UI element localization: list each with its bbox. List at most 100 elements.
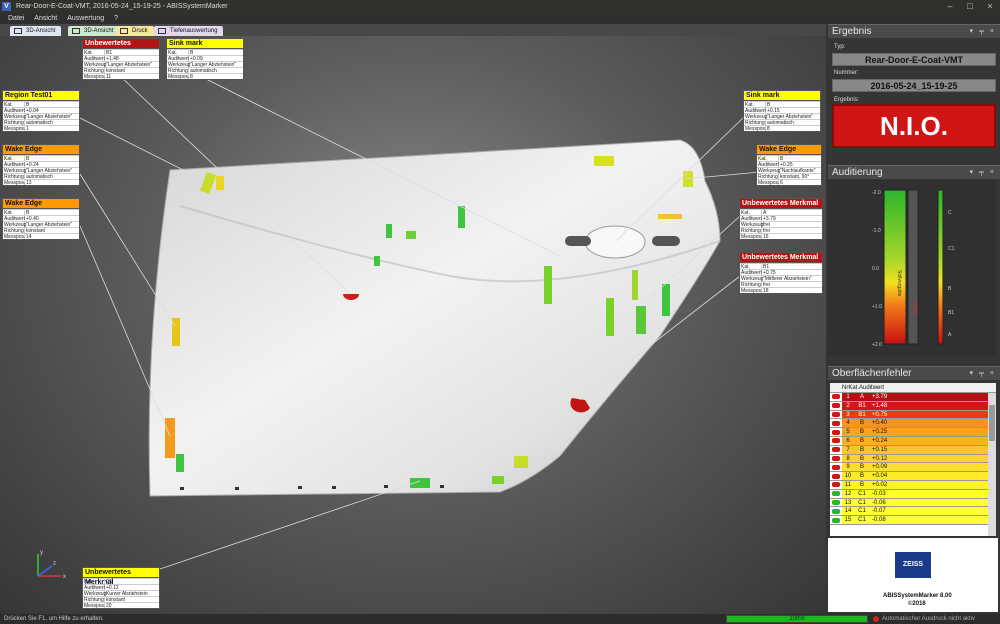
table-row[interactable]: 3 B1 +0.75 bbox=[830, 410, 996, 420]
visibility-toggle-icon[interactable] bbox=[830, 463, 842, 472]
handle-slot-left bbox=[565, 236, 591, 246]
table-row[interactable]: 7 B +0.15 bbox=[830, 445, 996, 455]
svg-text:0.0: 0.0 bbox=[872, 266, 879, 272]
table-row[interactable]: 5 B +0.25 bbox=[830, 428, 996, 437]
visibility-toggle-icon[interactable] bbox=[830, 393, 842, 401]
visibility-toggle-icon[interactable] bbox=[830, 480, 842, 489]
defect-nr: 3 bbox=[846, 411, 850, 418]
visibility-toggle-icon[interactable] bbox=[830, 516, 842, 524]
view-tab-bar: 3D-Ansicht 3D-Ansicht Druck Tiefenauswer… bbox=[0, 24, 826, 36]
table-row[interactable]: 9 B +0.09 bbox=[830, 463, 996, 473]
sollvorgabe-bar bbox=[883, 189, 907, 345]
visibility-toggle-icon[interactable] bbox=[830, 454, 842, 463]
panel-controls[interactable]: ▾ ╤ × bbox=[970, 25, 996, 39]
defect-kat: B bbox=[859, 481, 864, 488]
visibility-toggle-icon[interactable] bbox=[830, 401, 842, 410]
visibility-toggle-icon[interactable] bbox=[830, 428, 842, 436]
table-row[interactable]: 2 B1 +1.48 bbox=[830, 401, 996, 411]
annotation-card[interactable]: Sink mark Kat. B Auditwert +0.09 Werkzeug "… bbox=[166, 38, 244, 80]
table-row[interactable]: 12 C1 -0.03 bbox=[830, 489, 996, 499]
annotation-card[interactable]: Unbewertetes Merkmal Kat. A Auditwert +3.7… bbox=[739, 198, 823, 240]
defect-nr: 12 bbox=[844, 490, 852, 497]
menu-ansicht[interactable]: Ansicht bbox=[30, 13, 61, 24]
annotation-card[interactable]: Unbewertetes Merkmal Kat. B1 Auditwert +0.… bbox=[739, 252, 823, 294]
visibility-toggle-icon[interactable] bbox=[830, 436, 842, 445]
defect-nr: 2 bbox=[846, 402, 850, 409]
table-row[interactable]: 6 B +0.24 bbox=[830, 436, 996, 446]
tab-3d-view-1[interactable]: 3D-Ansicht bbox=[10, 26, 62, 36]
card-title: Sink mark bbox=[167, 39, 243, 49]
svg-text:+2.0: +2.0 bbox=[872, 342, 882, 348]
defect-wert: +1.48 bbox=[872, 402, 888, 409]
panel-controls[interactable]: ▾ ╤ × bbox=[970, 166, 996, 180]
visibility-toggle-icon[interactable] bbox=[830, 410, 842, 419]
visibility-toggle-icon[interactable] bbox=[830, 498, 842, 507]
tab-depth-evaluation[interactable]: Tiefenauswertung bbox=[154, 26, 224, 36]
annotation-card[interactable]: Wake Edge Kat. B Auditwert +0.25 Werkzeug "… bbox=[756, 144, 822, 186]
defect-kat: B bbox=[859, 446, 864, 453]
card-title: Region Test01 bbox=[3, 91, 79, 101]
card-title: Unbewertetes Merkmal bbox=[740, 253, 822, 263]
defect-nr: 4 bbox=[846, 420, 850, 427]
window-title: Rear-Door-E-Coat-VMT, 2016-05-24_15-19-2… bbox=[16, 3, 228, 10]
annotation-card[interactable]: Unbewertetes Merkmal Kat. C1 Auditwert +0.… bbox=[82, 567, 160, 609]
tab-print[interactable]: Druck bbox=[116, 26, 154, 36]
axis-label-y: y bbox=[40, 550, 43, 556]
visibility-toggle-icon[interactable] bbox=[830, 472, 842, 480]
scrollbar-thumb[interactable] bbox=[989, 405, 995, 441]
table-row[interactable]: 11 B +0.02 bbox=[830, 480, 996, 490]
tab-3d-view-2[interactable]: 3D-Ansicht bbox=[68, 26, 120, 36]
visibility-toggle-icon[interactable] bbox=[830, 507, 842, 516]
defect-wert: -0.03 bbox=[872, 490, 886, 497]
defect-kat: C1 bbox=[858, 499, 866, 506]
defect-nr: 10 bbox=[844, 473, 852, 480]
defects-scrollbar[interactable] bbox=[988, 393, 996, 536]
defect-nr: 8 bbox=[846, 455, 850, 462]
status-dot-icon bbox=[873, 616, 879, 622]
defect-kat: C1 bbox=[858, 517, 866, 524]
defect-nr: 6 bbox=[846, 437, 850, 444]
3d-viewport[interactable]: Unbewertetes Merkmal Kat. B1 Auditwert +1.… bbox=[0, 36, 826, 614]
annotation-card[interactable]: Wake Edge Kat. B Auditwert +0.40 Werkzeug "… bbox=[2, 198, 80, 240]
table-row[interactable]: 10 B +0.04 bbox=[830, 472, 996, 481]
defects-table: Nr Kat. Auditwert 1 A +3.79 2 B1 +1.48 3 B1 +0.7… bbox=[830, 383, 996, 536]
menu-help[interactable]: ? bbox=[110, 13, 122, 24]
svg-text:-2.0: -2.0 bbox=[872, 190, 881, 196]
defect-nr: 7 bbox=[846, 446, 850, 453]
annotation-card[interactable]: Sink mark Kat. B Auditwert +0.15 Werkzeug "… bbox=[743, 90, 821, 132]
close-button[interactable]: × bbox=[980, 0, 1000, 13]
auditierung-header: Auditierung ▾ ╤ × bbox=[828, 165, 1000, 179]
defect-kat: B1 bbox=[858, 411, 866, 418]
door-model[interactable] bbox=[0, 36, 826, 614]
card-title: Wake Edge bbox=[3, 145, 79, 155]
visibility-toggle-icon[interactable] bbox=[830, 419, 842, 428]
menu-datei[interactable]: Datei bbox=[0, 13, 28, 24]
defect-wert: -0.08 bbox=[872, 517, 886, 524]
table-row[interactable]: 15 C1 -0.08 bbox=[830, 516, 996, 525]
annotation-card[interactable]: Region Test01 Kat. B Auditwert +0.04 Werkz… bbox=[2, 90, 80, 132]
table-row[interactable]: 4 B +0.40 bbox=[830, 419, 996, 429]
annotation-card[interactable]: Wake Edge Kat. B Auditwert +0.24 Werkzeug "… bbox=[2, 144, 80, 186]
defects-table-header: Nr Kat. Auditwert bbox=[830, 383, 996, 393]
category-scale-bar bbox=[937, 189, 944, 345]
defect-wert: +0.75 bbox=[872, 411, 888, 418]
table-row[interactable]: 13 C1 -0.06 bbox=[830, 498, 996, 508]
panel-controls[interactable]: ▾ ╤ × bbox=[970, 367, 996, 381]
maximize-button[interactable]: □ bbox=[960, 0, 980, 13]
istwert-bar bbox=[907, 189, 919, 345]
minimize-button[interactable]: – bbox=[940, 0, 960, 13]
svg-text:A: A bbox=[948, 332, 952, 338]
card-title: Unbewertetes Merkmal bbox=[83, 568, 159, 586]
annotation-card[interactable]: Unbewertetes Merkmal Kat. B1 Auditwert +1.… bbox=[82, 38, 160, 80]
audit-left-ticks: -2.0 -1.0 0.0 +1.0 +2.0 bbox=[872, 190, 882, 348]
table-row[interactable]: 14 C1 -0.07 bbox=[830, 507, 996, 517]
nummer-label: Nummer: bbox=[834, 70, 859, 76]
svg-text:B: B bbox=[948, 286, 952, 292]
table-row[interactable]: 8 B +0.12 bbox=[830, 454, 996, 464]
defect-kat: B bbox=[859, 420, 864, 427]
visibility-toggle-icon[interactable] bbox=[830, 445, 842, 454]
visibility-toggle-icon[interactable] bbox=[830, 489, 842, 498]
menu-auswertung[interactable]: Auswertung bbox=[63, 13, 108, 24]
defect-kat: B bbox=[859, 473, 864, 480]
table-row[interactable]: 1 A +3.79 bbox=[830, 393, 996, 402]
